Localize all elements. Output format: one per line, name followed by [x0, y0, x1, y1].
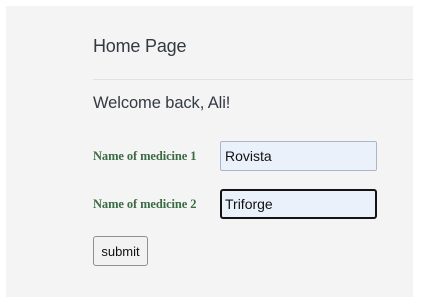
page-title: Home Page — [93, 36, 187, 56]
submit-button[interactable]: submit — [93, 236, 148, 266]
header-divider — [93, 79, 413, 80]
medicine-2-label: Name of medicine 2 — [93, 196, 197, 211]
medicine-1-row: Name of medicine 1 — [93, 141, 377, 171]
welcome-message: Welcome back, Ali! — [93, 94, 231, 112]
medicine-2-input[interactable] — [220, 189, 377, 219]
page-container: Home Page Welcome back, Ali! Name of med… — [6, 6, 413, 297]
medicine-1-label: Name of medicine 1 — [93, 148, 197, 163]
medicine-2-row: Name of medicine 2 — [93, 189, 377, 219]
medicine-1-input[interactable] — [220, 141, 377, 171]
